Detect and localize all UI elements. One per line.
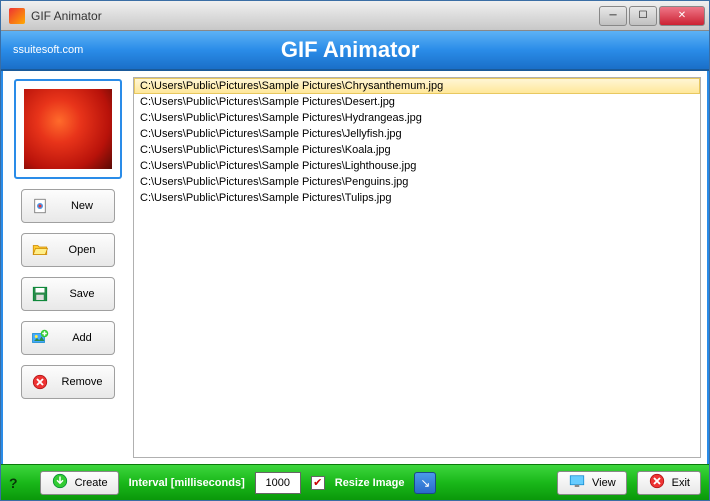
sidebar: New Open Save Add [3, 71, 133, 464]
resize-checkbox[interactable]: ✔ [311, 476, 325, 490]
window-controls: ─ ☐ ✕ [597, 6, 705, 26]
file-row[interactable]: C:\Users\Public\Pictures\Sample Pictures… [134, 94, 700, 110]
brand-label: ssuitesoft.com [13, 44, 83, 56]
maximize-button[interactable]: ☐ [629, 6, 657, 26]
file-row[interactable]: C:\Users\Public\Pictures\Sample Pictures… [134, 110, 700, 126]
save-label: Save [58, 288, 106, 300]
minimize-button[interactable]: ─ [599, 6, 627, 26]
create-button[interactable]: Create [40, 471, 119, 495]
remove-button[interactable]: Remove [21, 365, 115, 399]
new-label: New [58, 200, 106, 212]
create-icon [51, 472, 69, 493]
interval-label: Interval [milliseconds] [129, 477, 245, 489]
file-row[interactable]: C:\Users\Public\Pictures\Sample Pictures… [134, 78, 700, 94]
add-label: Add [58, 332, 106, 344]
resize-direction-button[interactable]: ↘ [414, 472, 436, 494]
file-row[interactable]: C:\Users\Public\Pictures\Sample Pictures… [134, 142, 700, 158]
remove-icon [30, 372, 50, 392]
view-icon [568, 472, 586, 493]
view-label: View [592, 477, 616, 489]
new-file-icon [30, 196, 50, 216]
file-row[interactable]: C:\Users\Public\Pictures\Sample Pictures… [134, 190, 700, 206]
titlebar: GIF Animator ─ ☐ ✕ [1, 1, 709, 31]
remove-label: Remove [58, 376, 106, 388]
floppy-disk-icon [30, 284, 50, 304]
header-bar: ssuitesoft.com GIF Animator [1, 31, 709, 71]
view-button[interactable]: View [557, 471, 627, 495]
exit-label: Exit [672, 477, 690, 489]
resize-label: Resize Image [335, 477, 405, 489]
exit-button[interactable]: Exit [637, 471, 701, 495]
file-row[interactable]: C:\Users\Public\Pictures\Sample Pictures… [134, 158, 700, 174]
window-title: GIF Animator [31, 9, 597, 23]
exit-icon [648, 472, 666, 493]
app-title: GIF Animator [83, 37, 617, 63]
save-button[interactable]: Save [21, 277, 115, 311]
interval-input[interactable] [255, 472, 301, 494]
close-button[interactable]: ✕ [659, 6, 705, 26]
file-row[interactable]: C:\Users\Public\Pictures\Sample Pictures… [134, 174, 700, 190]
file-list[interactable]: C:\Users\Public\Pictures\Sample Pictures… [133, 77, 701, 458]
create-label: Create [75, 477, 108, 489]
file-row[interactable]: C:\Users\Public\Pictures\Sample Pictures… [134, 126, 700, 142]
preview-box [14, 79, 122, 179]
add-button[interactable]: Add [21, 321, 115, 355]
open-label: Open [58, 244, 106, 256]
new-button[interactable]: New [21, 189, 115, 223]
footer-bar: ? Create Interval [milliseconds] ✔ Resiz… [1, 464, 709, 500]
app-icon [9, 8, 25, 24]
main-area: New Open Save Add [1, 71, 709, 464]
folder-open-icon [30, 240, 50, 260]
preview-image [24, 89, 112, 169]
open-button[interactable]: Open [21, 233, 115, 267]
help-button[interactable]: ? [9, 475, 18, 491]
add-image-icon [30, 328, 50, 348]
